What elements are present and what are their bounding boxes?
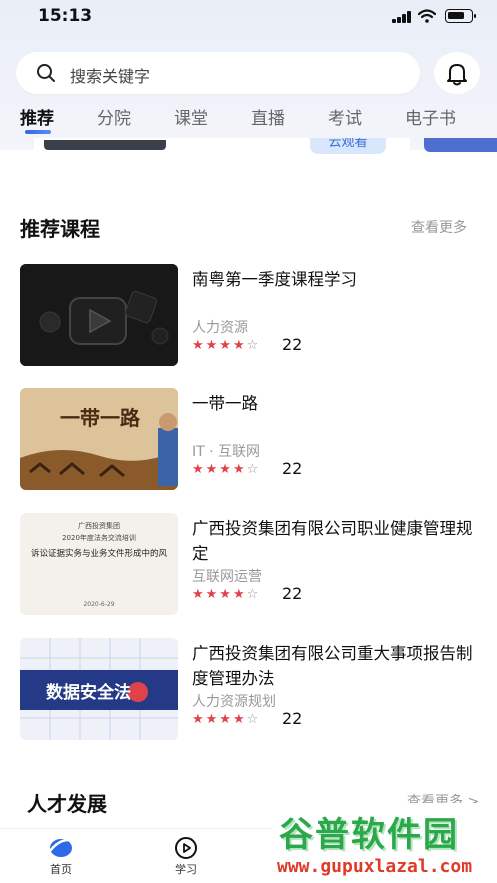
watermark-logo: 谷普软件园 www.gupuxlazal.com	[273, 803, 497, 883]
play-logo-icon	[20, 264, 178, 366]
section-title-talent: 人才发展	[27, 792, 107, 816]
course-count: 22	[282, 335, 303, 354]
banner-image	[44, 140, 166, 150]
course-category: 互联网运营	[192, 569, 262, 585]
tabbar-item-study[interactable]: 学习	[146, 829, 226, 883]
search-placeholder: 搜索关键字	[70, 67, 151, 86]
thumbnail-caption: 一带一路	[60, 406, 140, 430]
tab-recommend[interactable]: 推荐	[20, 104, 54, 129]
signal-icon	[392, 11, 412, 23]
course-title: 一带一路	[192, 394, 258, 413]
tabbar-item-home[interactable]: 首页	[21, 829, 101, 883]
course-item[interactable]: 广西投资集团 2020年度法务交流培训 诉讼证据实务与业务文件形成中的风 202…	[20, 513, 480, 615]
thumbnail-caption: 数据安全法	[46, 683, 131, 703]
banner-pill[interactable]: 云观看	[310, 138, 386, 154]
course-category: 人力资源	[192, 320, 248, 336]
course-thumbnail: 数据安全法	[20, 638, 178, 740]
see-more-recommended[interactable]: 查看更多	[411, 217, 467, 237]
course-title: 南粤第一季度课程学习	[192, 270, 357, 289]
active-tab-indicator	[25, 130, 51, 134]
category-tabs: 推荐 分院 课堂 直播 考试 电子书	[0, 104, 497, 140]
banner-card-next[interactable]	[424, 138, 497, 152]
course-item[interactable]: 一带一路 一带一路 IT · 互联网 ★★★★☆ 22	[20, 388, 480, 490]
notification-button[interactable]	[434, 52, 480, 94]
tab-classroom[interactable]: 课堂	[174, 104, 208, 129]
banner-pill-label: 云观看	[328, 138, 368, 150]
course-category: 人力资源规划	[192, 694, 276, 710]
rating-stars: ★★★★☆	[192, 712, 261, 727]
status-bar: 15:13	[0, 0, 497, 34]
course-count: 22	[282, 584, 303, 603]
rating-stars: ★★★★☆	[192, 462, 261, 477]
tabbar-label-home: 首页	[50, 863, 72, 876]
wifi-icon	[418, 9, 436, 23]
search-icon	[37, 64, 55, 82]
thumbnail-caption: 2020年度法务交流培训	[62, 534, 136, 542]
tab-ebook[interactable]: 电子书	[405, 104, 456, 129]
battery-icon	[445, 9, 476, 23]
course-title: 广西投资集团有限公司职业健康管理规定	[192, 519, 473, 563]
course-item[interactable]: 南粤第一季度课程学习 人力资源 ★★★★☆ 22	[20, 264, 480, 366]
course-thumbnail	[20, 264, 178, 366]
thumbnail-date: 2020-6-29	[83, 601, 115, 608]
status-time: 15:13	[38, 6, 93, 26]
watermark-title: 谷普软件园	[279, 815, 459, 855]
course-item[interactable]: 数据安全法 广西投资集团有限公司重大事项报告制度管理办法 人力资源规划 ★★★★…	[20, 638, 480, 740]
play-circle-icon	[175, 837, 197, 859]
tab-exam[interactable]: 考试	[328, 104, 362, 129]
course-thumbnail: 一带一路	[20, 388, 178, 490]
thumbnail-subtitle: 诉讼证据实务与业务文件形成中的风	[30, 549, 167, 559]
tab-live[interactable]: 直播	[251, 104, 285, 129]
thumbnail-org: 广西投资集团	[78, 522, 120, 530]
rating-stars: ★★★★☆	[192, 587, 261, 602]
course-count: 22	[282, 459, 303, 478]
watermark-url: www.gupuxlazal.com	[277, 856, 473, 877]
bell-icon	[447, 64, 467, 86]
course-title: 广西投资集团有限公司重大事项报告制度管理办法	[192, 644, 473, 688]
tab-branch[interactable]: 分院	[97, 104, 131, 129]
tabbar-label-study: 学习	[175, 863, 197, 876]
rating-stars: ★★★★☆	[192, 338, 261, 353]
home-logo-icon	[49, 838, 74, 857]
course-category: IT · 互联网	[192, 444, 261, 460]
search-input[interactable]: 搜索关键字	[16, 52, 420, 94]
course-thumbnail: 广西投资集团 2020年度法务交流培训 诉讼证据实务与业务文件形成中的风 202…	[20, 513, 178, 615]
section-title-recommended: 推荐课程	[20, 217, 100, 241]
course-count: 22	[282, 709, 303, 728]
